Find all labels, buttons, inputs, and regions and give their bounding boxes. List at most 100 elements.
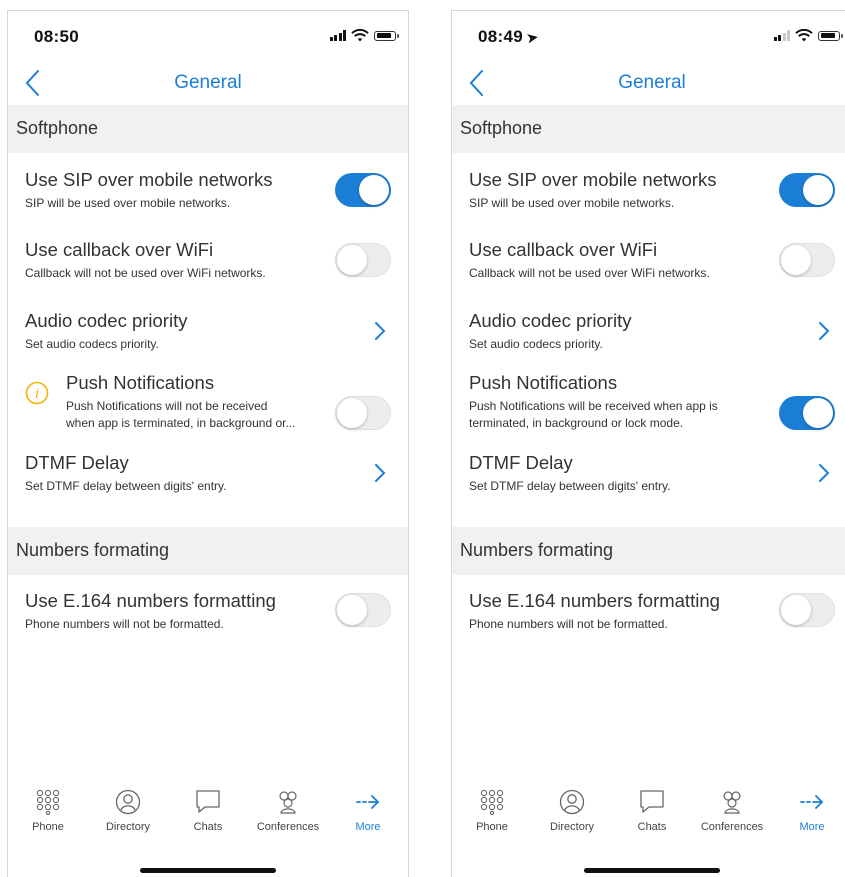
tab-chats[interactable]: Chats [612,789,692,833]
push-notifications-toggle[interactable] [335,396,391,430]
tab-label: Directory [549,821,594,833]
svg-text:i: i [35,386,39,402]
dialpad-icon [36,789,60,815]
tab-label: Phone [32,821,64,833]
arrow-right-icon [356,795,380,809]
sip-over-mobile-toggle[interactable] [779,173,835,207]
setting-title: Use callback over WiFi [469,239,658,260]
setting-dtmf-delay[interactable]: DTMF Delay Set DTMF delay between digits… [8,452,408,518]
setting-title: Use callback over WiFi [25,239,214,260]
setting-callback-over-wifi[interactable]: Use callback over WiFi Callback will not… [452,239,845,305]
chevron-right-icon[interactable] [374,463,386,483]
cellular-signal-icon [773,30,790,41]
wifi-icon [351,29,369,42]
setting-subtitle: Set DTMF delay between digits' entry. [25,479,227,493]
status-time: 08:50 [34,27,79,46]
dialpad-icon [480,789,504,815]
group-icon [279,791,297,814]
chevron-right-icon[interactable] [818,321,830,341]
tab-bar: Phone Directory Chats Conferences More [8,781,408,851]
setting-audio-codec-priority[interactable]: Audio codec priority Set audio codecs pr… [452,310,845,376]
setting-subtitle: Callback will not be used over WiFi netw… [25,266,266,280]
status-bar: 08:49 ➤ [452,11,845,61]
contact-icon [559,789,585,815]
nav-bar: General [452,61,845,105]
e164-formatting-toggle[interactable] [779,593,835,627]
section-title: Softphone [16,118,99,138]
tab-conferences[interactable]: Conferences [692,789,772,833]
e164-formatting-toggle[interactable] [335,593,391,627]
warning-info-icon: i [25,381,49,405]
setting-title: Use SIP over mobile networks [25,169,273,190]
setting-title: DTMF Delay [25,452,129,473]
setting-subtitle: Phone numbers will not be formatted. [25,617,224,631]
tab-label: More [799,821,825,833]
section-header-softphone: Softphone [452,105,845,153]
setting-callback-over-wifi[interactable]: Use callback over WiFi Callback will not… [8,239,408,305]
tab-more[interactable]: More [772,789,845,833]
tab-more[interactable]: More [328,789,408,833]
setting-dtmf-delay[interactable]: DTMF Delay Set DTMF delay between digits… [452,452,845,518]
section-title: Numbers formating [16,540,170,560]
tab-directory[interactable]: Directory [532,789,612,833]
status-icons [329,29,399,42]
setting-audio-codec-priority[interactable]: Audio codec priority Set audio codecs pr… [8,310,408,376]
chevron-right-icon[interactable] [818,463,830,483]
tab-label: Chats [637,821,667,833]
setting-subtitle: Phone numbers will not be formatted. [469,617,668,631]
tab-phone[interactable]: Phone [8,789,88,833]
chat-bubble-icon [640,790,664,813]
setting-title: DTMF Delay [469,452,573,473]
tab-conferences[interactable]: Conferences [248,789,328,833]
home-indicator [584,868,720,873]
home-indicator [140,868,276,873]
nav-bar: General [8,61,408,105]
arrow-right-icon [800,795,824,809]
status-time: 08:49 ➤ [478,27,540,46]
tab-label: Chats [193,821,223,833]
setting-subtitle: Set DTMF delay between digits' entry. [469,479,671,493]
setting-sip-over-mobile[interactable]: Use SIP over mobile networks SIP will be… [8,169,408,235]
tab-label: Conferences [256,821,320,833]
push-notifications-toggle[interactable] [779,396,835,430]
setting-push-notifications[interactable]: i Push Notifications Push Notifications … [8,372,408,438]
tab-phone[interactable]: Phone [452,789,532,833]
section-header-numbers: Numbers formating [452,527,845,575]
setting-title: Audio codec priority [25,310,188,331]
page-title: General [174,72,242,93]
setting-subtitle: Set audio codecs priority. [25,337,159,351]
tab-bar: Phone Directory Chats Conferences More [452,781,845,851]
tab-label: Phone [476,821,508,833]
setting-title: Use E.164 numbers formatting [469,590,720,611]
setting-subtitle: Callback will not be used over WiFi netw… [469,266,710,280]
section-header-numbers: Numbers formating [8,527,408,575]
callback-over-wifi-toggle[interactable] [779,243,835,277]
setting-title: Push Notifications [66,372,215,393]
phone-screen-right: 08:49 ➤ General Softphone Use SIP over mo… [451,10,845,877]
section-header-softphone: Softphone [8,105,408,153]
setting-e164-formatting[interactable]: Use E.164 numbers formatting Phone numbe… [452,590,845,656]
status-icons [773,29,843,42]
tab-directory[interactable]: Directory [88,789,168,833]
tab-label: More [355,821,381,833]
location-arrow-icon: ➤ [525,29,540,46]
battery-icon [374,30,399,41]
setting-e164-formatting[interactable]: Use E.164 numbers formatting Phone numbe… [8,590,408,656]
setting-push-notifications[interactable]: Push Notifications Push Notifications wi… [452,372,845,438]
setting-subtitle: SIP will be used over mobile networks. [469,196,675,210]
setting-title: Use E.164 numbers formatting [25,590,276,611]
sip-over-mobile-toggle[interactable] [335,173,391,207]
wifi-icon [795,29,813,42]
setting-subtitle: SIP will be used over mobile networks. [25,196,231,210]
page-title: General [618,72,686,93]
tab-label: Directory [105,821,150,833]
callback-over-wifi-toggle[interactable] [335,243,391,277]
chevron-right-icon[interactable] [374,321,386,341]
tab-chats[interactable]: Chats [168,789,248,833]
status-bar: 08:50 [8,11,408,61]
phone-screen-left: 08:50 General Softphone Use SIP over mob… [7,10,409,877]
section-title: Numbers formating [460,540,614,560]
setting-sip-over-mobile[interactable]: Use SIP over mobile networks SIP will be… [452,169,845,235]
setting-title: Use SIP over mobile networks [469,169,717,190]
setting-title: Audio codec priority [469,310,632,331]
